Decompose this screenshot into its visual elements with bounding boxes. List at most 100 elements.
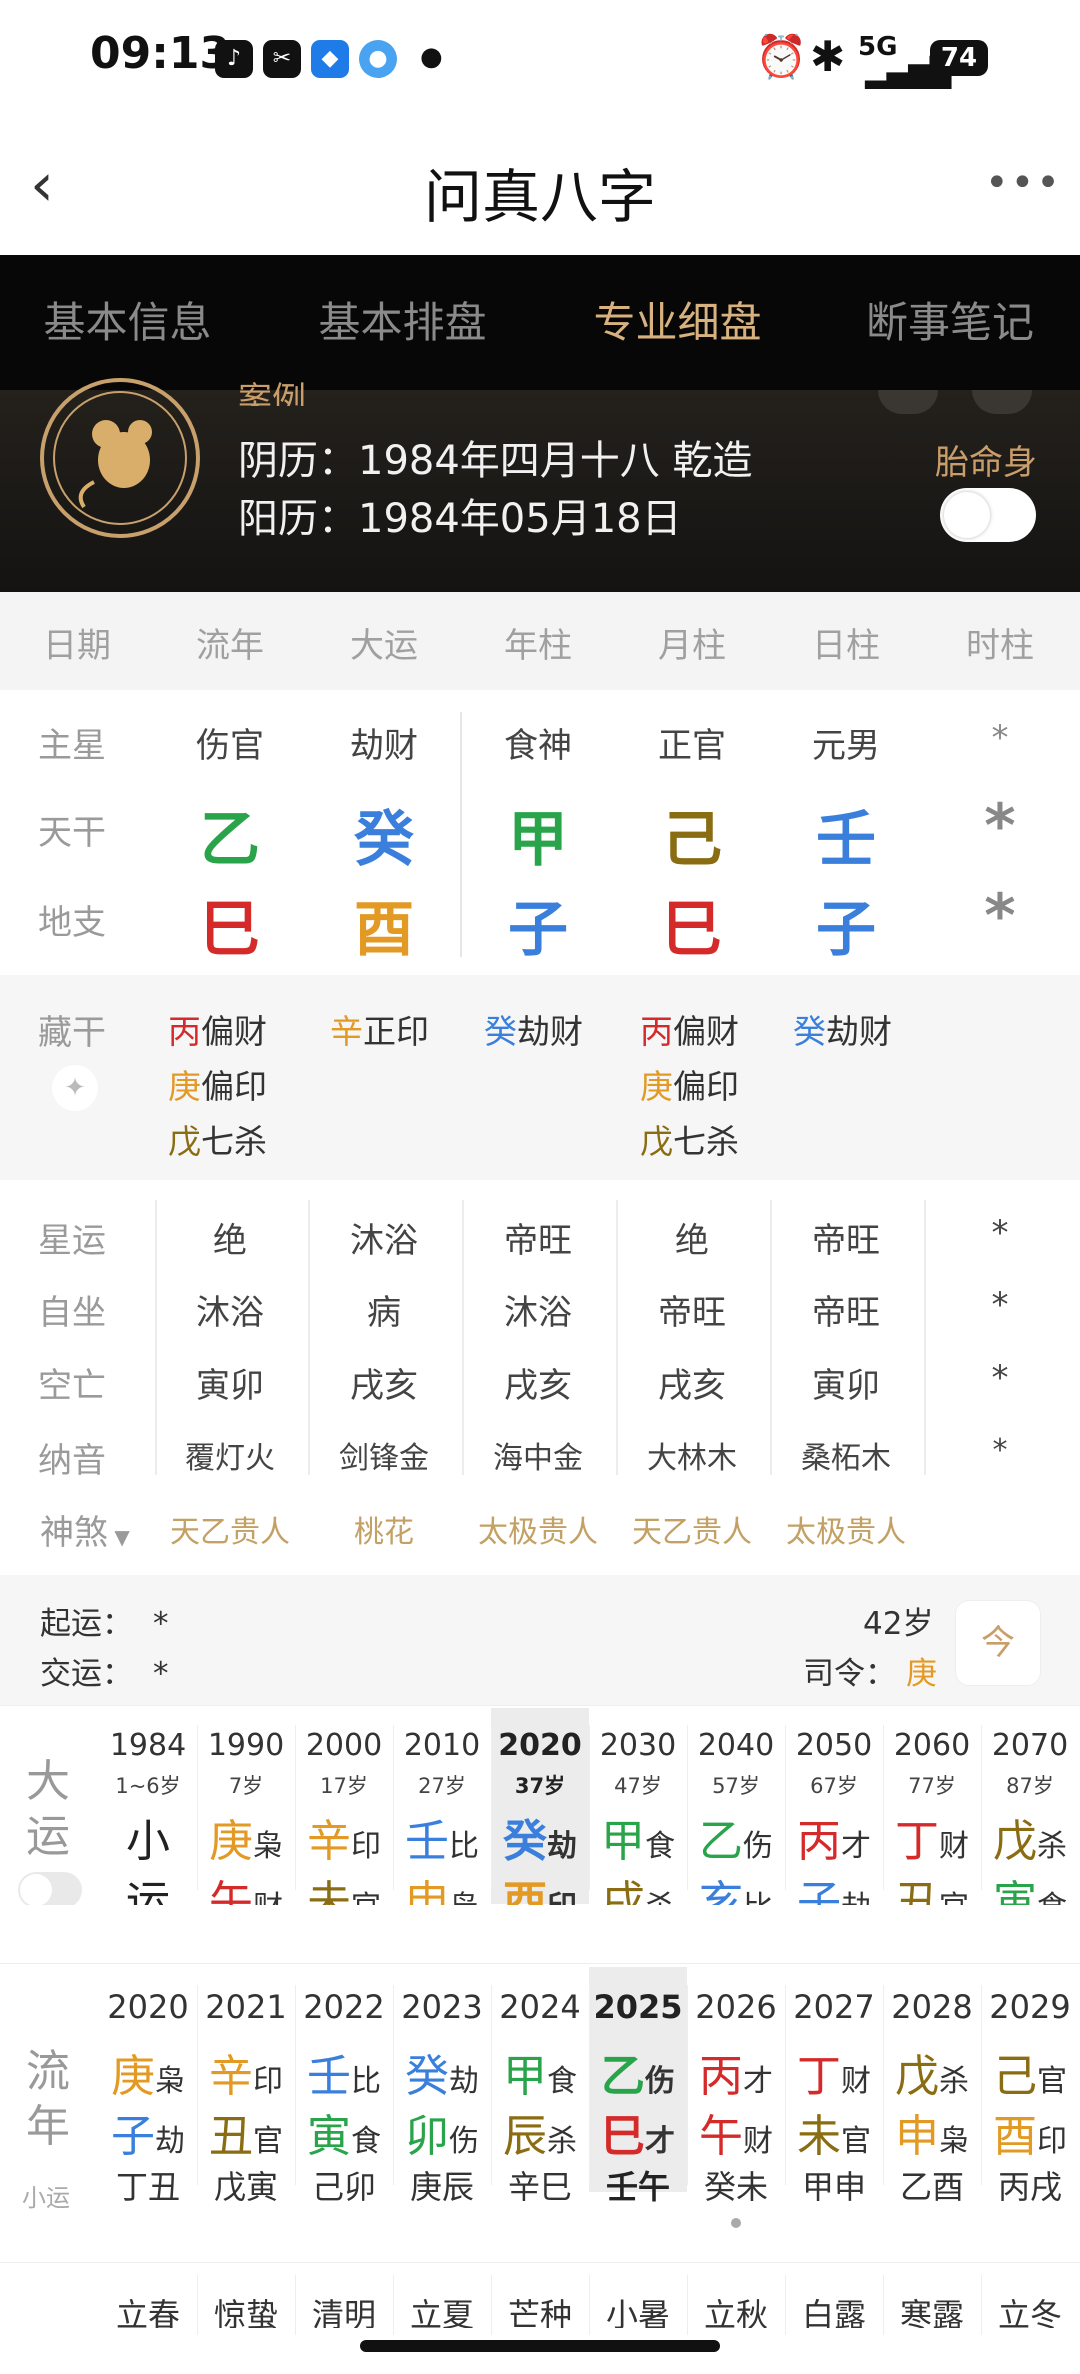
tab-professional-chart[interactable]: 专业细盘	[545, 255, 810, 390]
xiaoyun-text: 小	[126, 1816, 170, 1867]
dayun-age: 1~6岁	[115, 1774, 181, 1798]
canggan-item: 癸劫财	[793, 1012, 892, 1051]
case-name: 案例	[238, 380, 306, 406]
capcut-icon: ✂	[263, 40, 301, 78]
dayun-year[interactable]: 1984	[99, 1728, 197, 1763]
liunian-xiaoyun: 丁丑	[115, 2168, 180, 2206]
liunian-gan: 甲食	[503, 2051, 577, 2102]
liunian-zhi: 丑官	[209, 2111, 283, 2162]
jieqi-item[interactable]: 立夏	[393, 2290, 491, 2328]
bluetooth-icon: ✱	[810, 32, 846, 81]
liunian-year[interactable]: 2028	[883, 1988, 981, 2026]
dayun-age: 77岁	[908, 1774, 956, 1798]
liunian-xiaoyun: 戊寅	[213, 2168, 278, 2206]
jieqi-item[interactable]: 惊蛰	[197, 2290, 295, 2328]
zizuo-value: 帝旺	[812, 1293, 880, 1333]
liunian-year[interactable]: 2027	[785, 1988, 883, 2026]
tab-notes[interactable]: 断事笔记	[820, 255, 1080, 390]
dayun-toggle[interactable]	[18, 1872, 82, 1908]
tab-basic-chart[interactable]: 基本排盘	[270, 255, 535, 390]
liunian-year[interactable]: 2021	[197, 1988, 295, 2026]
dayun-year[interactable]: 2030	[589, 1728, 687, 1763]
shensha-value[interactable]: 天乙贵人	[617, 1507, 767, 1551]
dayun-year[interactable]: 2050	[785, 1728, 883, 1763]
dayun-year[interactable]: 2000	[295, 1728, 393, 1763]
lunar-date: 阴历：1984年四月十八 乾造	[238, 438, 753, 484]
dayun-year[interactable]: 2070	[981, 1728, 1079, 1763]
liunian-xiaoyun: 辛巳	[507, 2168, 572, 2206]
kongwang-value: *	[991, 1358, 1009, 1398]
dizhi-value: *	[984, 881, 1016, 951]
tiangan-value: 壬	[816, 805, 876, 875]
jieqi-item[interactable]: 清明	[295, 2290, 393, 2328]
canggan-item: 丙偏财	[168, 1012, 267, 1051]
jieqi-item[interactable]: 立冬	[981, 2290, 1079, 2328]
dayun-age: 7岁	[228, 1774, 264, 1798]
shensha-value[interactable]: 太极贵人	[771, 1507, 921, 1551]
zhuxing-value: 元男	[812, 726, 880, 766]
rat-zodiac-icon	[40, 378, 200, 538]
dayun-gan: 壬比	[405, 1816, 479, 1867]
shensha-label[interactable]: 神煞 ▼	[40, 1505, 130, 1554]
dayun-year[interactable]: 1990	[197, 1728, 295, 1763]
liunian-zhi: 午财	[699, 2111, 773, 2162]
jiaoyun-row: 交运： *	[40, 1656, 169, 1692]
liunian-year[interactable]: 2023	[393, 1988, 491, 2026]
liunian-gan: 辛印	[209, 2051, 283, 2102]
nayin-value: 海中金	[493, 1441, 583, 1476]
zizuo-value: 沐浴	[504, 1293, 572, 1333]
shensha-value[interactable]: 桃花	[309, 1507, 459, 1551]
liunian-gan: 丁财	[797, 2051, 871, 2102]
liunian-year[interactable]: 2024	[491, 1988, 589, 2026]
app-icon: ◆	[311, 40, 349, 78]
liunian-year[interactable]: 2026	[687, 1988, 785, 2026]
jieqi-item[interactable]: 小暑	[589, 2290, 687, 2328]
dayun-age: 87岁	[1006, 1774, 1054, 1798]
jieqi-item[interactable]: 寒露	[883, 2290, 981, 2328]
canggan-item: 戊七杀	[168, 1122, 267, 1161]
dayun-age: 57岁	[712, 1774, 760, 1798]
liunian-zhi: 申枭	[895, 2111, 969, 2162]
liunian-year[interactable]: 2020	[99, 1988, 197, 2026]
divider-2	[0, 1963, 1080, 1964]
shensha-value[interactable]: 天乙贵人	[155, 1507, 305, 1551]
home-indicator	[360, 2340, 720, 2352]
tiangan-value: *	[984, 791, 1016, 861]
liunian-year[interactable]: 2022	[295, 1988, 393, 2026]
jieqi-item[interactable]: 芒种	[491, 2290, 589, 2328]
liunian-year[interactable]: 2025	[589, 1988, 687, 2026]
nayin-value: *	[992, 1433, 1008, 1468]
liunian-gan: 丙才	[699, 2051, 773, 2102]
dizhi-value: 子	[816, 895, 876, 965]
shensha-value[interactable]: 太极贵人	[463, 1507, 613, 1551]
zhuxing-label: 主星	[38, 726, 106, 766]
alarm-icon: ⏰	[755, 32, 808, 81]
zhuxing-value: 伤官	[196, 726, 264, 766]
today-calendar-icon[interactable]: 今	[955, 1600, 1041, 1686]
zhuxing-value: 食神	[504, 726, 572, 766]
jieqi-item[interactable]: 立秋	[687, 2290, 785, 2328]
zhuxing-value: 劫财	[350, 726, 418, 766]
dayun-gan: 辛印	[307, 1816, 381, 1867]
pin-icon[interactable]: ✦	[52, 1065, 98, 1111]
liunian-gan: 戊杀	[895, 2051, 969, 2102]
liunian-zhi: 酉印	[993, 2111, 1067, 2162]
dayun-year[interactable]: 2040	[687, 1728, 785, 1763]
jieqi-item[interactable]: 立春	[99, 2290, 197, 2328]
dayun-year[interactable]: 2020	[491, 1728, 589, 1763]
dizhi-value: 子	[508, 895, 568, 965]
column-header: 日期	[43, 626, 111, 666]
nayin-value: 桑柘木	[801, 1441, 891, 1476]
dayun-year[interactable]: 2010	[393, 1728, 491, 1763]
dayun-year[interactable]: 2060	[883, 1728, 981, 1763]
more-icon[interactable]: •••	[985, 160, 1062, 206]
liunian-zhi: 未官	[797, 2111, 871, 2162]
divider	[0, 1705, 1080, 1706]
pillar-divider	[460, 712, 462, 957]
taiming-toggle[interactable]	[940, 488, 1036, 542]
liunian-xiaoyun: 癸未	[703, 2168, 768, 2206]
tab-basic-info[interactable]: 基本信息	[0, 255, 255, 390]
current-age: 42岁	[863, 1606, 934, 1642]
jieqi-item[interactable]: 白露	[785, 2290, 883, 2328]
liunian-year[interactable]: 2029	[981, 1988, 1079, 2026]
